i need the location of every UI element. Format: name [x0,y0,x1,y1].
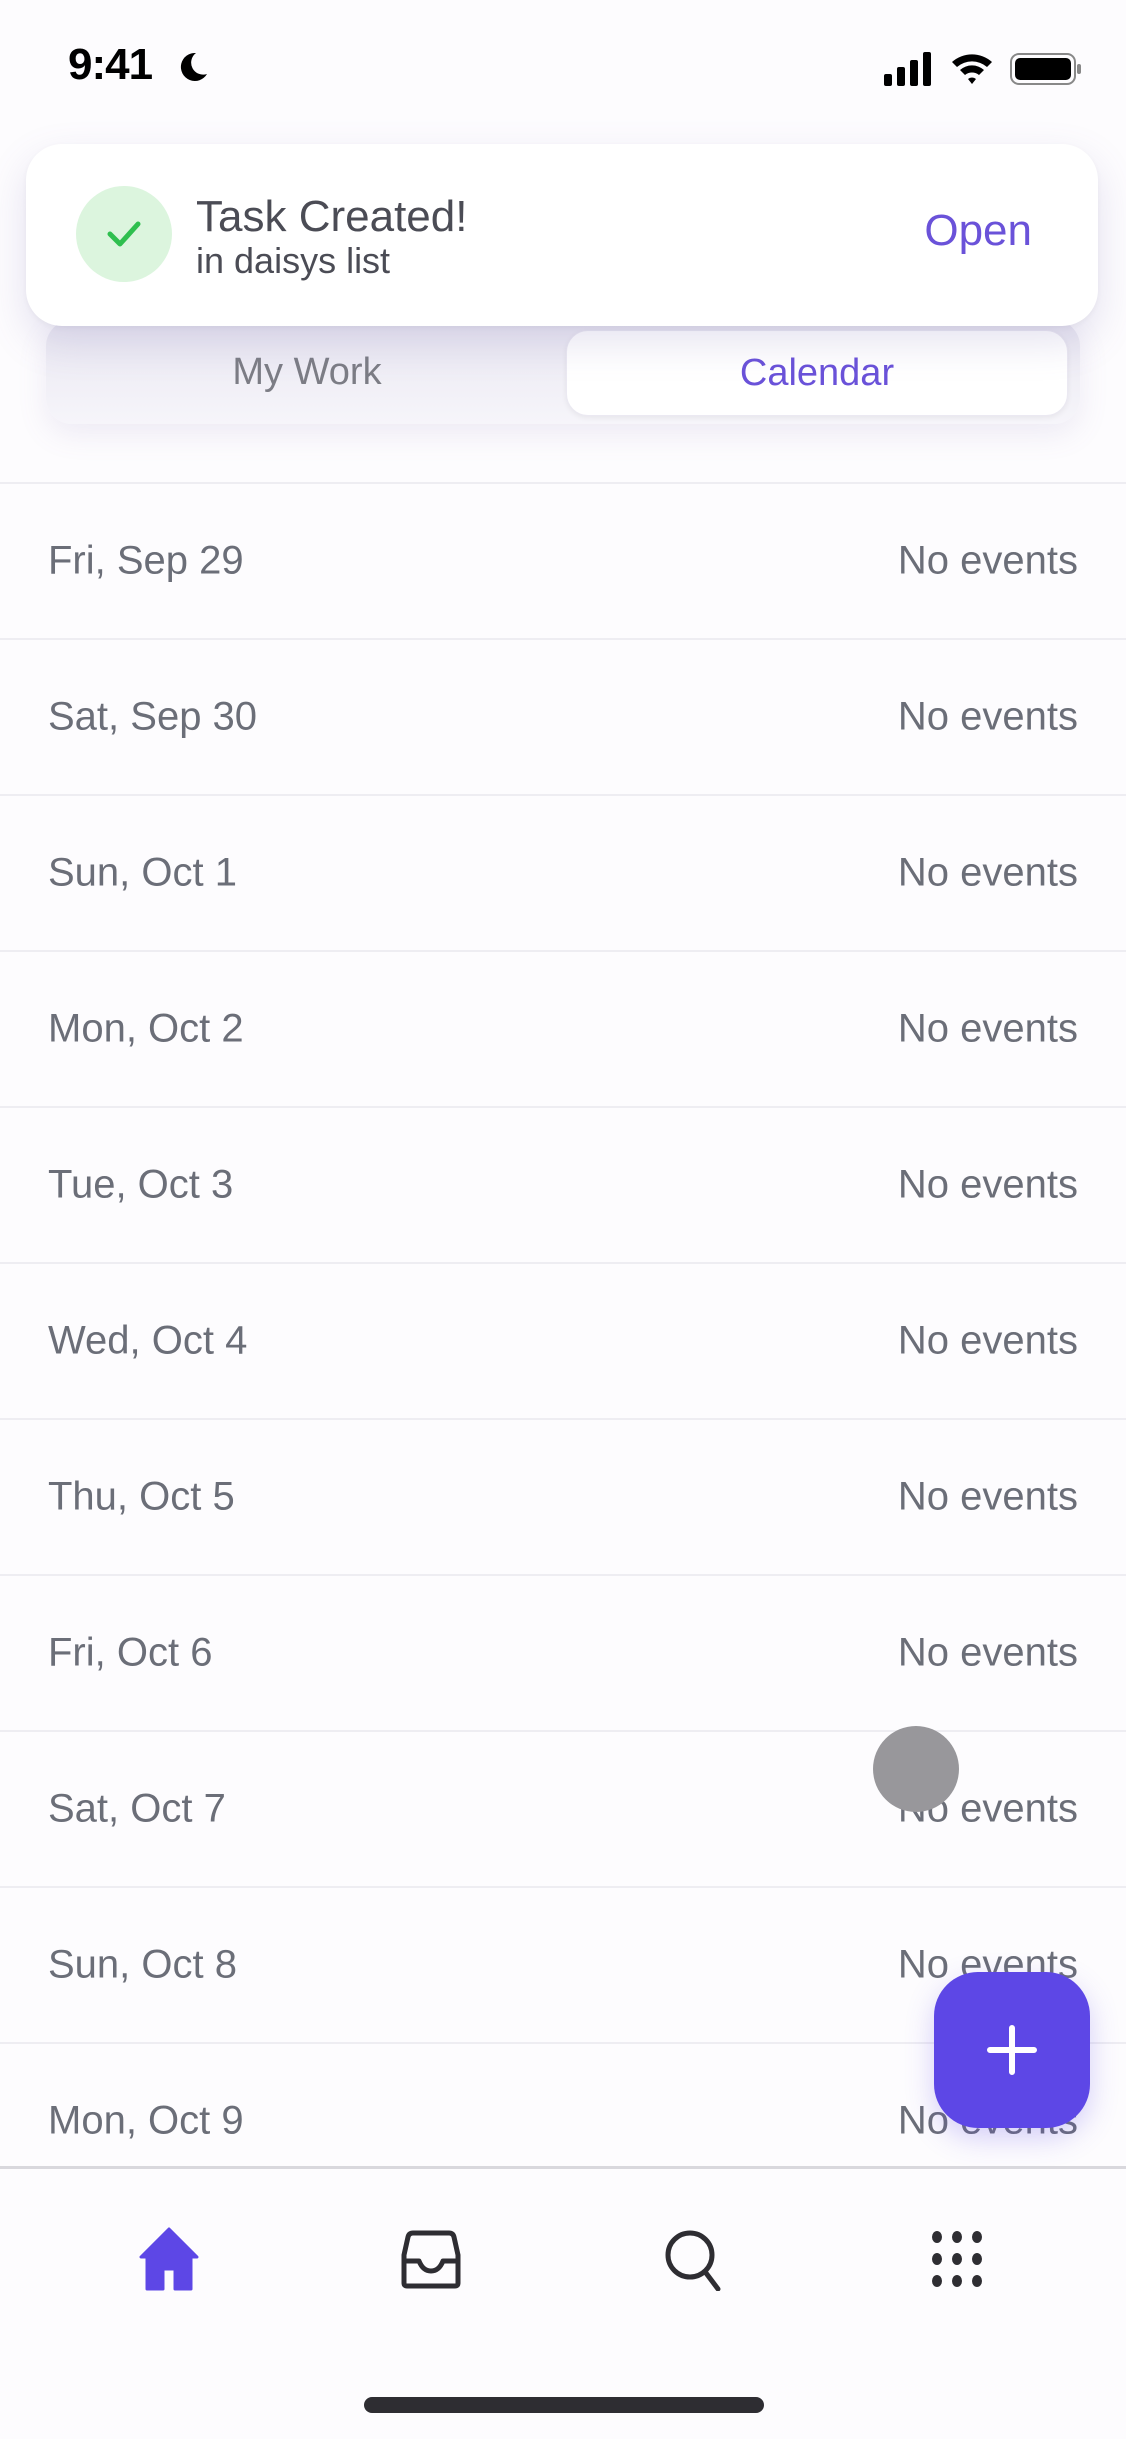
nav-inbox[interactable] [371,2209,491,2309]
day-date: Wed, Oct 4 [48,1318,248,1363]
nav-search[interactable] [634,2209,754,2309]
tab-my-work[interactable]: My Work [46,330,568,414]
day-date: Sat, Oct 7 [48,1786,226,1831]
toast-subtitle: in daisys list [196,240,391,281]
day-status: No events [897,1006,1078,1051]
day-status: No events [897,694,1078,739]
day-date: Mon, Oct 2 [48,1006,244,1051]
success-badge [76,186,172,282]
tab-calendar[interactable]: Calendar [566,330,1068,416]
grid-dots-icon [932,2231,982,2287]
open-task-button[interactable]: Open [924,206,1032,256]
calendar-day-row[interactable]: Mon, Oct 2 No events [0,952,1126,1108]
calendar-day-list: Fri, Sep 29 No events Sat, Sep 30 No event… [0,482,1126,2200]
status-time: 9:41 [68,40,153,89]
day-date: Fri, Oct 6 [48,1630,213,1675]
day-status: No events [897,1162,1078,1207]
view-segmented-control: My Work Calendar [46,320,1080,424]
home-indicator[interactable] [364,2397,764,2413]
add-task-button[interactable] [934,1972,1090,2128]
day-status: No events [897,1474,1078,1519]
day-status: No events [897,1630,1078,1675]
toast-title: Task Created! [196,192,468,241]
day-date: Thu, Oct 5 [48,1474,235,1519]
calendar-day-row[interactable]: Fri, Oct 6 No events [0,1576,1126,1732]
nav-home[interactable] [109,2209,229,2309]
checkmark-icon [107,221,141,247]
calendar-day-row[interactable]: Sun, Oct 1 No events [0,796,1126,952]
search-icon [665,2230,721,2291]
calendar-day-row[interactable]: Fri, Sep 29 No events [0,484,1126,640]
day-status: No events [897,850,1078,895]
home-icon [139,2227,199,2291]
calendar-day-row[interactable]: Sat, Sep 30 No events [0,640,1126,796]
plus-icon [987,2025,1037,2075]
task-created-toast[interactable]: Task Created! in daisys list Open [26,144,1098,326]
moon-icon [180,52,207,81]
day-date: Tue, Oct 3 [48,1162,234,1207]
touch-indicator [873,1726,959,1812]
calendar-day-row[interactable]: Wed, Oct 4 No events [0,1264,1126,1420]
day-date: Sat, Sep 30 [48,694,258,739]
day-date: Mon, Oct 9 [48,2098,244,2143]
wifi-icon [952,54,992,84]
inbox-tray-icon [401,2230,461,2289]
battery-icon [1010,53,1081,85]
nav-more[interactable] [897,2209,1017,2309]
calendar-day-row[interactable]: Thu, Oct 5 No events [0,1420,1126,1576]
day-date: Sun, Oct 1 [48,850,237,895]
day-date: Sun, Oct 8 [48,1942,237,1987]
day-status: No events [897,538,1078,583]
cellular-signal-icon [884,52,931,86]
calendar-day-row[interactable]: Tue, Oct 3 No events [0,1108,1126,1264]
day-status: No events [897,1318,1078,1363]
day-date: Fri, Sep 29 [48,538,244,583]
status-bar: 9:41 [0,0,1126,130]
